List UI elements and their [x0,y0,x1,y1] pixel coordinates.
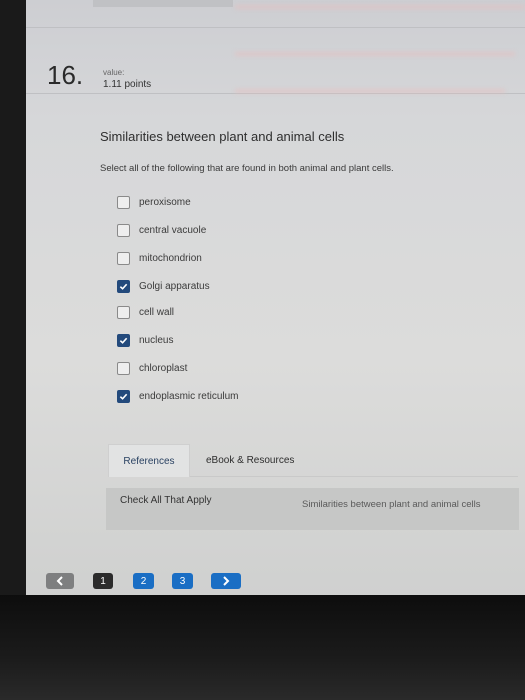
checkbox[interactable] [117,362,130,375]
option-label: Golgi apparatus [139,281,210,292]
value-label: value: [103,68,125,77]
question-prompt: Select all of the following that are fou… [100,163,394,174]
checkbox[interactable] [117,224,130,237]
tab-references[interactable]: References [108,444,190,477]
divider [26,93,525,94]
question-info-panel: Check All That Apply Similarities betwee… [106,488,519,530]
screen-glare [235,89,505,93]
option-central-vacuole[interactable]: central vacuole [117,224,206,237]
option-label: endoplasmic reticulum [139,391,239,402]
page-3-button[interactable]: 3 [172,573,193,589]
option-cell-wall[interactable]: cell wall [117,306,174,319]
question-number: 16. [47,60,84,90]
option-label: nucleus [139,335,174,346]
resource-tabs: References eBook & Resources [108,444,518,477]
option-label: cell wall [139,307,175,318]
option-golgi-apparatus[interactable]: Golgi apparatus [117,280,210,293]
top-toolbar [93,0,233,7]
page-1-button[interactable]: 1 [93,573,113,589]
checkbox-checked[interactable] [117,390,130,403]
option-peroxisome[interactable]: peroxisome [117,196,191,209]
screen-glare [235,5,525,9]
checkbox-checked[interactable] [117,334,130,347]
option-nucleus[interactable]: nucleus [117,334,173,347]
next-page-button[interactable] [211,573,241,589]
question-topic: Similarities between plant and animal ce… [302,499,481,510]
chevron-left-icon [56,576,63,586]
checkbox-checked[interactable] [117,280,130,293]
option-label: central vacuole [139,225,207,236]
checkbox[interactable] [117,196,130,209]
chevron-right-icon [223,576,230,586]
monitor-bezel-bottom [0,595,525,700]
question-type: Check All That Apply [120,495,212,506]
question-title: Similarities between plant and animal ce… [100,129,345,144]
page-2-button[interactable]: 2 [133,573,154,589]
tab-ebook-resources[interactable]: eBook & Resources [206,444,294,476]
option-mitochondrion[interactable]: mitochondrion [117,252,202,265]
checkmark-icon [119,337,128,344]
checkmark-icon [119,283,128,290]
option-label: chloroplast [139,363,188,374]
checkbox[interactable] [117,252,130,265]
screen-glare [235,52,515,56]
option-chloroplast[interactable]: chloroplast [117,362,187,375]
option-label: peroxisome [139,197,191,208]
points-value: 1.11 points [103,79,152,90]
monitor-bezel-left [0,0,26,610]
checkmark-icon [119,393,128,400]
option-label: mitochondrion [139,253,202,264]
prev-page-button[interactable] [46,573,74,589]
divider [26,27,525,28]
checkbox[interactable] [117,306,130,319]
option-endoplasmic-reticulum[interactable]: endoplasmic reticulum [117,390,239,403]
